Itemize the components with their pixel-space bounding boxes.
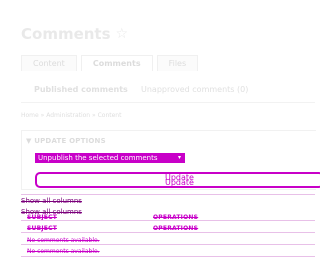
page-title: Comments (21, 25, 111, 43)
primary-tabs: Content Comments Files (21, 55, 202, 71)
table-header-row: SUBJECT OPERATIONS (21, 214, 315, 223)
empty-table-message: No comments available. (27, 237, 100, 244)
chevron-down-icon: ▾ (177, 154, 181, 161)
tab-comments[interactable]: Comments (80, 55, 153, 71)
column-header-operations: OPERATIONS (153, 225, 199, 232)
update-button[interactable]: Update Update (35, 172, 320, 188)
divider (21, 232, 315, 233)
breadcrumb[interactable]: Home » Administration » Content (21, 112, 121, 119)
subtab-published-comments[interactable]: Published comments (34, 85, 128, 94)
update-options-panel: ▼ UPDATE OPTIONS Unpublish the selected … (21, 130, 320, 190)
tab-files[interactable]: Files (156, 55, 199, 71)
star-outline-icon[interactable]: ☆ (116, 26, 129, 42)
comments-admin-page: Comments ☆ Content Comments Files Publis… (0, 0, 320, 261)
divider (21, 244, 315, 245)
divider (21, 256, 315, 257)
page-header: Comments ☆ (21, 22, 128, 46)
secondary-tabs: Published comments Unapproved comments (… (21, 82, 315, 103)
update-button-label-duplicate: Update (165, 178, 194, 187)
tab-content[interactable]: Content (21, 55, 77, 71)
subtab-unapproved-comments[interactable]: Unapproved comments (0) (141, 85, 248, 94)
update-options-toggle[interactable]: ▼ UPDATE OPTIONS (26, 137, 106, 145)
empty-table-message-duplicate: No comments available. (27, 248, 100, 255)
divider (21, 220, 315, 221)
column-header-subject[interactable]: SUBJECT (27, 225, 57, 232)
action-select-value: Unpublish the selected comments (38, 154, 158, 162)
action-select[interactable]: Unpublish the selected comments ▾ (35, 153, 185, 163)
divider (21, 194, 315, 195)
show-all-columns-link[interactable]: Show all columns (21, 197, 82, 205)
